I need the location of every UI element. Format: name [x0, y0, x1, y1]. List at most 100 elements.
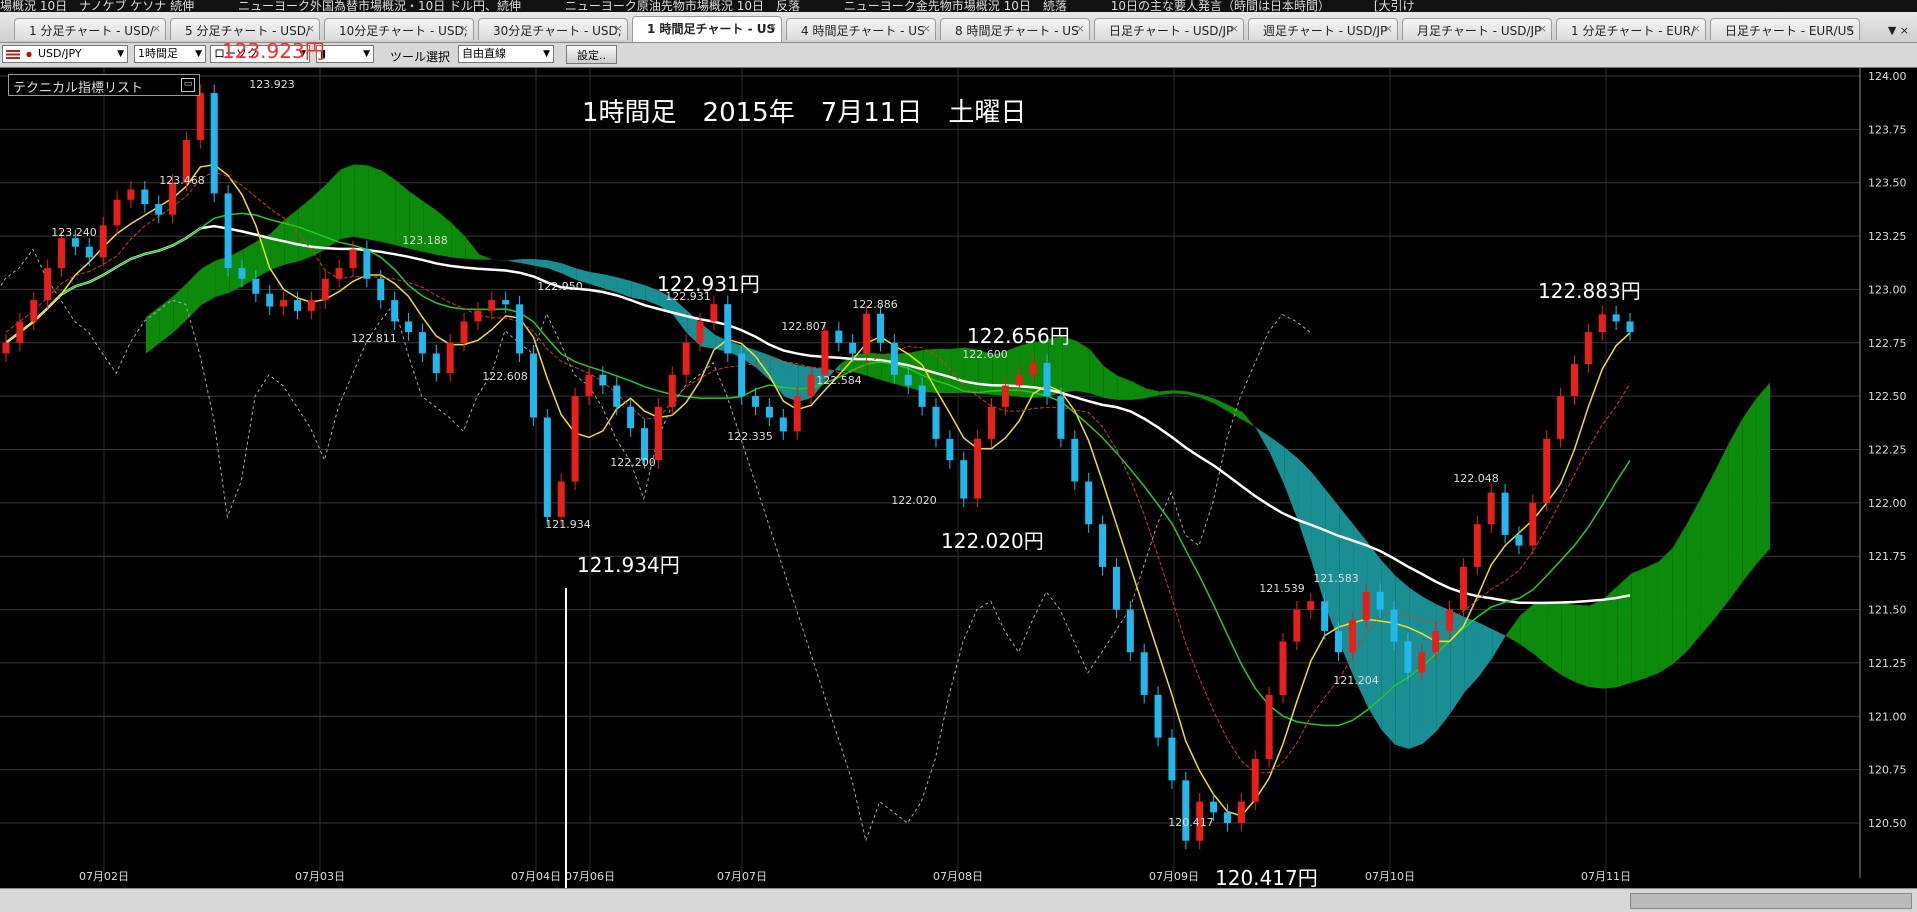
tab-1hour-usdjpy[interactable]: 1 時間足チャート - US ×	[632, 16, 782, 42]
currency-pair-select[interactable]: USD/JPY ▼	[2, 45, 128, 63]
candle-body	[529, 353, 537, 418]
cloud-segment	[1520, 603, 1535, 655]
candle-body	[557, 481, 565, 517]
candle-body	[1335, 630, 1343, 653]
horizontal-scrollbar[interactable]	[0, 888, 1917, 912]
close-icon[interactable]: ×	[1692, 22, 1701, 35]
candle-body	[432, 353, 440, 374]
candle-body	[307, 300, 315, 311]
close-icon[interactable]: ×	[152, 22, 161, 35]
price-label: 122.584	[816, 374, 862, 387]
tab-1min-usdjpy[interactable]: 1 分足チャート - USD/×	[14, 18, 166, 40]
candle-body	[1570, 364, 1578, 397]
timeframe-select[interactable]: 1時間足 ▼	[134, 45, 206, 63]
close-icon[interactable]: ×	[1538, 22, 1547, 35]
price-tick-label: 123.50	[1868, 177, 1907, 190]
candle-body	[58, 238, 66, 269]
candle-body	[460, 321, 468, 343]
cloud-segment	[368, 165, 382, 243]
cloud-segment	[1298, 458, 1312, 563]
close-icon[interactable]: ×	[460, 22, 469, 35]
close-icon[interactable]: ×	[1230, 22, 1239, 35]
annotation-label: 120.417円	[1215, 866, 1318, 890]
price-label: 122.020	[891, 494, 937, 507]
candle-body	[738, 353, 746, 397]
tech-list-label: テクニカル指標リスト	[13, 81, 144, 96]
minimize-icon[interactable]: ▭	[181, 78, 195, 92]
cloud-segment	[1117, 375, 1132, 400]
close-icon[interactable]: ×	[1900, 24, 1909, 37]
ticker-item[interactable]: ニューヨーク外国為替市場概況・10日 ドル円、続伸	[238, 0, 521, 12]
ticker-item[interactable]: ニューヨーク金先物市場概況 10日 続落	[844, 0, 1067, 12]
cloud-segment	[1575, 604, 1590, 688]
candle-body	[585, 374, 593, 397]
tab-label: 月足チャート - USD/JP	[1417, 24, 1542, 38]
candle-body	[391, 300, 399, 322]
date-axis: 07月02日 07月03日 07月04日 07月06日 07月07日 07月08日 07月0…	[0, 870, 1862, 888]
candle-body	[1251, 758, 1259, 802]
scroll-thumb[interactable]	[1630, 893, 1912, 909]
settings-button[interactable]: 設定..	[566, 45, 617, 64]
cloud-segment	[159, 295, 174, 343]
cloud-segment	[1492, 629, 1507, 658]
candle-body	[765, 406, 773, 418]
ticker-item[interactable]: 10日の主な要人発言（時間は日本時間）	[1111, 0, 1330, 12]
news-ticker[interactable]: 場概況 10日 ナノケブ ケソナ 続伸 ニューヨーク外国為替市場概況・10日 ド…	[0, 0, 1917, 12]
cloud-segment	[1173, 390, 1188, 395]
candle-body	[876, 313, 884, 343]
close-icon[interactable]: ×	[1846, 22, 1855, 35]
price-chart[interactable]: 123.923 123.468 123.240 123.188 122.950 122.9…	[0, 68, 1917, 888]
close-icon[interactable]: ×	[768, 20, 777, 33]
ticker-item[interactable]: 場概況 10日 ナノケブ ケソナ 続伸	[0, 0, 194, 12]
close-icon[interactable]: ×	[306, 22, 315, 35]
close-icon[interactable]: ×	[1076, 22, 1085, 35]
candle-body	[280, 300, 288, 307]
cloud-segment	[451, 222, 466, 259]
candle-body	[141, 189, 149, 205]
tab-8hour-usdjpy[interactable]: 8 時間足チャート - US ×	[940, 18, 1090, 40]
candle-body	[807, 374, 815, 397]
price-tick-label: 121.50	[1868, 604, 1907, 617]
cloud-segment	[1658, 547, 1673, 673]
price-tick-label: 121.25	[1868, 657, 1907, 670]
candle-body	[44, 268, 52, 301]
cloud-segment	[1131, 381, 1146, 400]
tab-30min-usdjpy[interactable]: 30分足チャート - USD, ×	[478, 18, 628, 40]
candle-body	[474, 310, 482, 322]
chevron-down-icon[interactable]: ▼	[1888, 24, 1896, 37]
candle-body	[516, 304, 524, 354]
tab-monthly-usdjpy[interactable]: 月足チャート - USD/JP ×	[1402, 18, 1552, 40]
tab-4hour-usdjpy[interactable]: 4 時間足チャート - US ×	[786, 18, 936, 40]
candle-body	[696, 321, 704, 343]
tab-daily-eurusd[interactable]: 日足チャート - EUR/US ×	[1710, 18, 1860, 40]
candle-body	[1265, 694, 1273, 759]
cloud-segment	[1464, 616, 1479, 692]
cloud-segment	[1311, 472, 1326, 608]
cloud-segment	[1284, 447, 1299, 521]
ticker-item[interactable]: [大引け	[1374, 0, 1415, 12]
cloud-segment	[1756, 382, 1770, 565]
tab-label: 30分足チャート - USD,	[493, 24, 622, 38]
annotation-label: 122.020円	[941, 529, 1044, 553]
price-label: 122.200	[610, 456, 656, 469]
draw-tool-select[interactable]: 自由直線 ▼	[458, 45, 554, 63]
candle-body	[1626, 321, 1634, 333]
close-icon[interactable]: ×	[614, 22, 623, 35]
technical-indicator-list[interactable]: テクニカル指標リスト ▭	[8, 74, 200, 96]
candle-body	[613, 385, 621, 407]
tab-1min-eurusd[interactable]: 1 分足チャート - EUR/×	[1556, 18, 1706, 40]
tab-label: 日足チャート - EUR/US	[1725, 24, 1854, 38]
cloud-segment	[534, 259, 549, 269]
tab-weekly-usdjpy[interactable]: 週足チャート - USD/JP ×	[1248, 18, 1398, 40]
candle-body	[946, 438, 954, 461]
ticker-item[interactable]: ニューヨーク原油先物市場概況 10日 反落	[565, 0, 800, 12]
candle-body	[1043, 362, 1051, 397]
tab-10min-usdjpy[interactable]: 10分足チャート - USD, ×	[324, 18, 474, 40]
cloud-segment	[1270, 436, 1285, 485]
close-icon[interactable]: ×	[922, 22, 931, 35]
tab-daily-usdjpy[interactable]: 日足チャート - USD/JP ×	[1094, 18, 1244, 40]
candle-body	[1473, 524, 1481, 567]
candle-body	[932, 406, 940, 439]
close-icon[interactable]: ×	[1384, 22, 1393, 35]
candle-body	[668, 374, 676, 407]
